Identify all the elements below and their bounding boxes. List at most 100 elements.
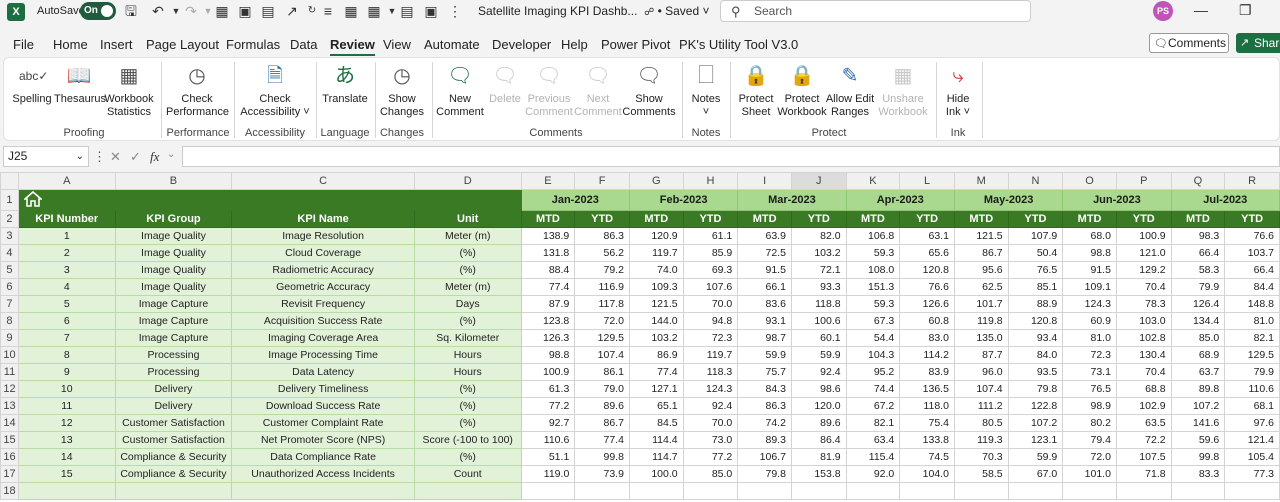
kpi-group-cell[interactable]: Compliance & Security	[114, 448, 233, 466]
ytd-value-cell[interactable]: 153.8	[790, 465, 847, 483]
mtd-value-cell[interactable]: 106.8	[845, 227, 901, 245]
row-header[interactable]: 16	[0, 448, 19, 466]
unit-cell[interactable]: (%)	[413, 414, 522, 432]
ytd-value-cell[interactable]: 107.9	[1007, 227, 1064, 245]
ytd-value-cell[interactable]: 129.2	[1115, 261, 1172, 279]
mtd-value-cell[interactable]: 79.4	[1062, 431, 1117, 449]
mtd-value-cell[interactable]: 89.8	[1170, 380, 1226, 398]
mtd-value-cell[interactable]: 72.3	[1062, 346, 1117, 364]
kpi-name-cell[interactable]: Image Processing Time	[231, 346, 415, 364]
kpi-number-cell[interactable]: 7	[17, 329, 116, 347]
restore-icon[interactable]: ❐	[1239, 2, 1252, 19]
column-header[interactable]: M	[953, 172, 1009, 190]
kpi-number-cell[interactable]: 6	[17, 312, 116, 330]
ytd-value-cell[interactable]: 117.8	[574, 295, 630, 313]
tab-home[interactable]: Home	[53, 37, 88, 52]
row-header[interactable]: 3	[0, 227, 19, 245]
mtd-value-cell[interactable]: 79.8	[737, 465, 792, 483]
ytd-value-cell[interactable]: 66.4	[1224, 261, 1280, 279]
ytd-value-cell[interactable]: 92.4	[790, 363, 847, 381]
spelling-button[interactable]: abc✓ Spelling	[12, 62, 52, 106]
mtd-value-cell[interactable]: 58.5	[953, 465, 1009, 483]
mtd-value-cell[interactable]: 92.0	[845, 465, 901, 483]
document-title[interactable]: Satellite Imaging KPI Dashb... ☍ • Saved…	[478, 4, 709, 18]
ytd-value-cell[interactable]: 85.0	[682, 465, 739, 483]
ytd-value-cell[interactable]: 60.1	[790, 329, 847, 347]
mtd-value-cell[interactable]: 89.3	[737, 431, 792, 449]
ytd-value-cell[interactable]: 93.5	[1007, 363, 1064, 381]
kpi-name-cell[interactable]: Data Latency	[231, 363, 415, 381]
mtd-value-cell[interactable]: 111.2	[953, 397, 1009, 415]
ytd-value-cell[interactable]: 70.4	[1115, 278, 1172, 296]
table-icon[interactable]: ▦	[343, 3, 359, 19]
ytd-value-cell[interactable]: 129.5	[1224, 346, 1280, 364]
row-header[interactable]: 1	[0, 189, 19, 211]
kpi-number-cell[interactable]: 8	[17, 346, 116, 364]
kpi-number-cell[interactable]: 4	[17, 278, 116, 296]
borders-icon[interactable]: ▦	[214, 3, 230, 19]
empty-cell[interactable]	[413, 482, 522, 500]
new-comment-button[interactable]: 🗨 New Comment	[434, 62, 486, 119]
column-header[interactable]: P	[1115, 172, 1172, 190]
unit-cell[interactable]: Days	[413, 295, 522, 313]
ytd-value-cell[interactable]: 100.9	[1115, 227, 1172, 245]
empty-cell[interactable]	[1115, 482, 1172, 500]
mtd-value-cell[interactable]: 131.8	[520, 244, 576, 262]
comments-button[interactable]: 🗨 Comments	[1149, 33, 1229, 53]
mtd-value-cell[interactable]: 73.1	[1062, 363, 1117, 381]
mtd-value-cell[interactable]: 95.6	[953, 261, 1009, 279]
tab-formulas[interactable]: Formulas	[226, 37, 280, 52]
mtd-value-cell[interactable]: 68.9	[1170, 346, 1226, 364]
mtd-value-cell[interactable]: 74.4	[845, 380, 901, 398]
row-header[interactable]: 6	[0, 278, 19, 296]
mtd-value-cell[interactable]: 91.5	[1062, 261, 1117, 279]
mtd-value-cell[interactable]: 151.3	[845, 278, 901, 296]
ytd-value-cell[interactable]: 98.6	[790, 380, 847, 398]
unit-cell[interactable]: Hours	[413, 346, 522, 364]
empty-cell[interactable]	[628, 482, 684, 500]
mtd-value-cell[interactable]: 96.0	[953, 363, 1009, 381]
mtd-value-cell[interactable]: 109.3	[628, 278, 684, 296]
ytd-value-cell[interactable]: 76.6	[899, 278, 955, 296]
mtd-value-cell[interactable]: 144.0	[628, 312, 684, 330]
mtd-value-cell[interactable]: 80.2	[1062, 414, 1117, 432]
mtd-value-cell[interactable]: 74.0	[628, 261, 684, 279]
user-avatar[interactable]: PS	[1153, 1, 1173, 21]
column-header[interactable]: E	[520, 172, 576, 190]
ytd-value-cell[interactable]: 56.2	[574, 244, 630, 262]
kpi-name-cell[interactable]: Customer Complaint Rate	[231, 414, 415, 432]
mtd-value-cell[interactable]: 86.9	[628, 346, 684, 364]
mtd-value-cell[interactable]: 77.4	[520, 278, 576, 296]
unit-cell[interactable]: Meter (m)	[413, 278, 522, 296]
mtd-value-cell[interactable]: 72.0	[1062, 448, 1117, 466]
mtd-value-cell[interactable]: 54.4	[845, 329, 901, 347]
ytd-value-cell[interactable]: 79.0	[574, 380, 630, 398]
mtd-value-cell[interactable]: 119.8	[953, 312, 1009, 330]
save-icon[interactable]: 🖫	[123, 3, 139, 19]
mtd-value-cell[interactable]: 59.3	[845, 295, 901, 313]
row-header[interactable]: 14	[0, 414, 19, 432]
search-box[interactable]: ⚲ Search	[720, 0, 1031, 22]
ytd-value-cell[interactable]: 70.0	[682, 295, 739, 313]
ytd-value-cell[interactable]: 82.0	[790, 227, 847, 245]
ytd-value-cell[interactable]: 86.7	[574, 414, 630, 432]
kpi-number-cell[interactable]: 13	[17, 431, 116, 449]
empty-cell[interactable]	[1224, 482, 1280, 500]
ytd-value-cell[interactable]: 126.6	[899, 295, 955, 313]
column-header[interactable]: L	[899, 172, 955, 190]
mtd-value-cell[interactable]: 91.5	[737, 261, 792, 279]
mtd-value-cell[interactable]: 98.9	[1062, 397, 1117, 415]
mtd-value-cell[interactable]: 77.2	[520, 397, 576, 415]
ytd-value-cell[interactable]: 136.5	[899, 380, 955, 398]
kpi-group-cell[interactable]: Customer Satisfaction	[114, 414, 233, 432]
name-box[interactable]: J25 ⌄	[3, 146, 89, 167]
mtd-value-cell[interactable]: 59.3	[845, 244, 901, 262]
mtd-value-cell[interactable]: 68.0	[1062, 227, 1117, 245]
mtd-value-cell[interactable]: 62.5	[953, 278, 1009, 296]
ytd-value-cell[interactable]: 86.1	[574, 363, 630, 381]
workbook-statistics-button[interactable]: ▦ Workbook Statistics	[104, 62, 154, 119]
column-header[interactable]: I	[737, 172, 792, 190]
unit-cell[interactable]: Count	[413, 465, 522, 483]
translate-button[interactable]: あ Translate	[320, 62, 370, 106]
empty-cell[interactable]	[953, 482, 1009, 500]
